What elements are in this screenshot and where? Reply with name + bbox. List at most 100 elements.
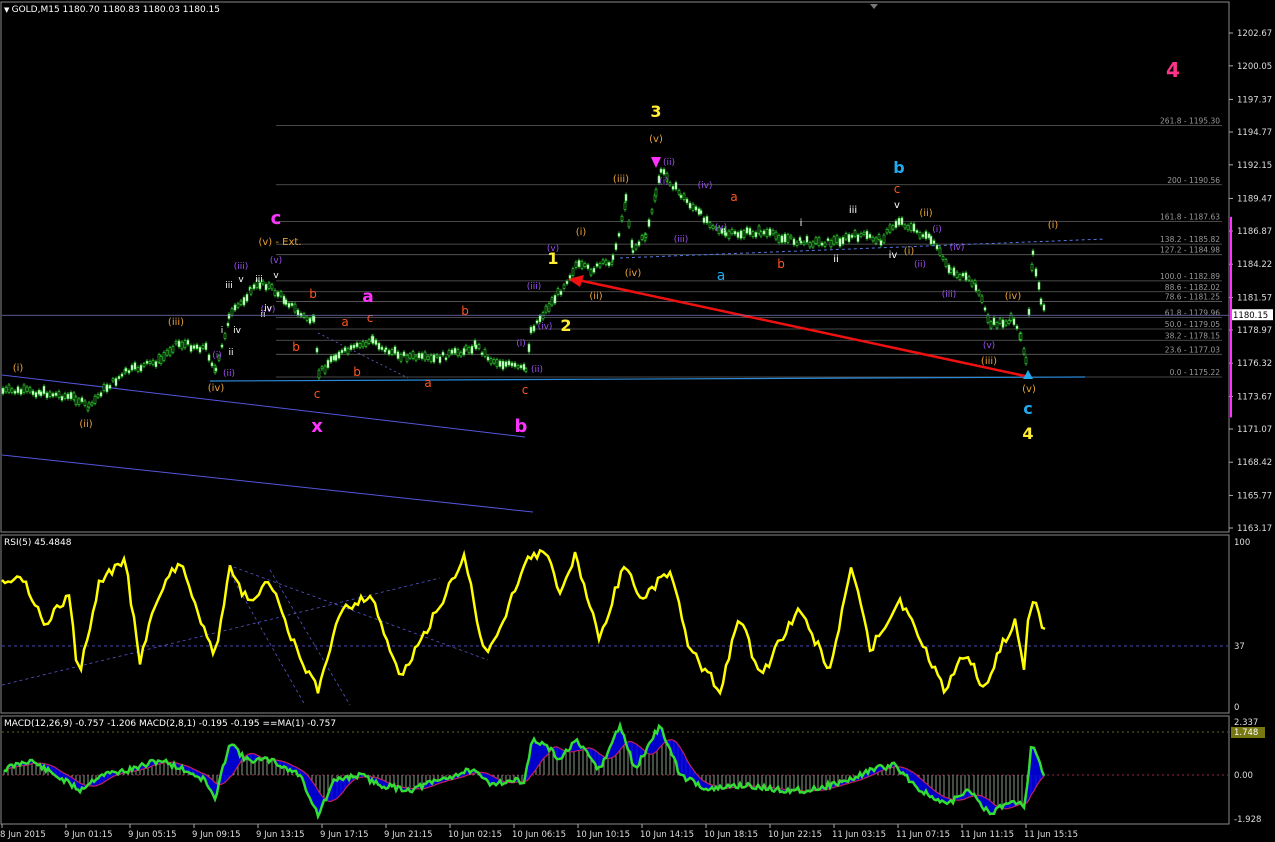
candle-body (133, 362, 137, 370)
fib-label: 200 - 1190.56 (1167, 176, 1220, 185)
price-label: 1184.22 (1237, 260, 1272, 270)
candle-body (346, 348, 350, 355)
price-label: 1181.57 (1237, 293, 1272, 303)
wave-label: (i) (932, 225, 942, 235)
wave-label: x (311, 416, 323, 437)
time-label: 11 Jun 11:15 (960, 830, 1014, 840)
candle-body (417, 352, 421, 359)
candle-body (252, 284, 256, 290)
candle-body (786, 234, 790, 243)
price-label: 1197.37 (1237, 95, 1272, 105)
wave-label: 4 (1022, 424, 1033, 443)
candle-body (562, 284, 566, 289)
candle-body (105, 384, 109, 393)
candle-body (54, 392, 58, 396)
candle-body (377, 342, 381, 350)
candle-body (989, 321, 993, 329)
candle-body (174, 341, 178, 345)
wave-label: (ii) (663, 158, 675, 168)
candle-body (771, 230, 775, 235)
candle-body (955, 271, 959, 278)
candle-body (142, 363, 146, 367)
chart-canvas[interactable]: 261.8 - 1195.30 200 - 1190.56 161.8 - 1187… (0, 0, 1275, 842)
candle-body (279, 291, 283, 297)
red-arrow-line (577, 278, 1026, 378)
candle-body (19, 389, 23, 395)
candle-body (136, 367, 140, 372)
candle-body (620, 215, 624, 222)
candle-body (891, 225, 895, 230)
scroll-marker-icon[interactable] (870, 4, 878, 9)
candle-body (483, 349, 487, 357)
candle-body (317, 369, 321, 379)
candle-body (516, 365, 520, 369)
wave-label: (iv) (538, 322, 553, 332)
candle-body (495, 359, 499, 368)
fib-label: 23.6 - 1177.03 (1165, 345, 1220, 354)
wave-label: 4 (1166, 58, 1180, 82)
candle-body (48, 391, 52, 397)
candle-body (51, 393, 55, 397)
candle-body (862, 231, 866, 235)
candle-body (637, 241, 641, 246)
fib-label: 161.8 - 1187.63 (1160, 212, 1220, 221)
candle-body (162, 352, 166, 361)
candle-body (929, 235, 933, 245)
candle-body (932, 240, 936, 244)
candle-body (393, 346, 397, 354)
candle-body (223, 333, 227, 339)
candle-body (524, 368, 528, 372)
candle-body (659, 168, 663, 173)
wave-label: (i) (212, 351, 222, 361)
candle-body (634, 244, 638, 250)
wave-label: (iv) (208, 383, 225, 394)
candle-body (1009, 313, 1013, 321)
candle-body (921, 234, 925, 238)
wave-label: (v) - Ext. (258, 237, 301, 248)
candle-body (60, 396, 64, 401)
price-label: 1194.77 (1237, 128, 1272, 138)
candle-body (474, 344, 478, 350)
rsi-line (1, 548, 1046, 696)
candle-body (808, 242, 812, 248)
candle-body (702, 217, 706, 223)
candle-body (323, 365, 327, 374)
candle-body (601, 259, 605, 264)
candle-body (1019, 333, 1023, 340)
candle-body (631, 250, 635, 253)
time-label: 10 Jun 14:15 (640, 830, 694, 840)
candle-body (685, 198, 689, 204)
candle-body (405, 355, 409, 362)
candle-body (708, 222, 712, 228)
candle-body (13, 390, 17, 394)
candle-body (34, 392, 38, 398)
candle-body (610, 261, 614, 265)
candle-body (783, 233, 787, 243)
candle-body (249, 288, 253, 295)
candle-body (168, 347, 172, 356)
candle-body (312, 315, 316, 323)
candle-body (320, 366, 324, 370)
fibonacci-levels: 261.8 - 1195.30 200 - 1190.56 161.8 - 1187… (276, 116, 1222, 378)
candle-body (111, 378, 115, 382)
candle-body (387, 350, 391, 355)
candle-body (865, 230, 869, 240)
candle-body (541, 312, 545, 320)
wave-label: (i) (1048, 220, 1059, 231)
candle-body (171, 346, 175, 353)
time-label: 10 Jun 10:15 (576, 830, 630, 840)
candle-body (519, 365, 523, 369)
candle-body (844, 233, 848, 240)
candle-body (611, 254, 615, 260)
candle-body (882, 234, 886, 243)
candle-body (343, 347, 347, 352)
candle-body (789, 235, 793, 239)
candle-body (334, 354, 338, 361)
candle-body (897, 218, 901, 226)
price-label: 1200.05 (1237, 62, 1272, 72)
candle-body (315, 347, 319, 353)
candle-body (456, 349, 460, 357)
price-label: 1202.67 (1237, 29, 1272, 39)
candle-body (349, 345, 353, 350)
candle-body (450, 349, 454, 354)
